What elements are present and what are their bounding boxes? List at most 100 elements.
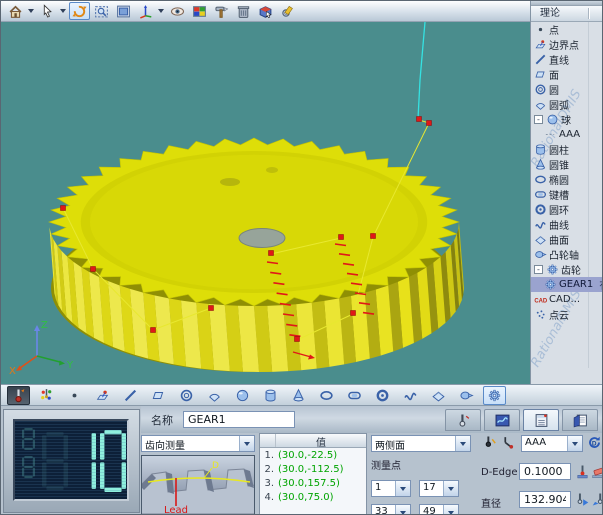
measure-points-label: 测量点 [371, 457, 483, 472]
chevron-down-icon[interactable] [395, 481, 410, 496]
tree-column-divider[interactable] [588, 8, 589, 19]
probe-return-icon[interactable] [591, 492, 603, 507]
viewport-3d[interactable]: Z X Y [1, 22, 530, 384]
tree-item-sphere[interactable]: -球 [531, 112, 603, 127]
tree-expander-icon[interactable]: - [534, 115, 543, 124]
boundary-point-icon [95, 388, 110, 403]
tree-item-surface[interactable]: 曲面 [531, 232, 603, 247]
visibility-button[interactable] [167, 2, 188, 20]
palette-icon [192, 4, 207, 19]
point-select-1[interactable]: 1 [371, 480, 411, 497]
tree-item-cylinder[interactable]: 圆柱 [531, 142, 603, 157]
value-table-row[interactable]: 3.(30.0,157.5) [260, 476, 366, 490]
measure-point-button[interactable] [63, 386, 86, 405]
value-table-row[interactable]: 4.(30.0,75.0) [260, 490, 366, 504]
measure-cylinder-button[interactable] [259, 386, 282, 405]
measure-circle-button[interactable] [175, 386, 198, 405]
tree-item-torus[interactable]: 圆环 [531, 202, 603, 217]
chevron-down-icon[interactable] [28, 9, 34, 13]
measure-line-button[interactable] [119, 386, 142, 405]
tree-item-aaa-node[interactable]: AAA [531, 127, 603, 142]
tree-item-camshaft[interactable]: 凸轮轴 [531, 247, 603, 262]
point-select-4[interactable]: 49 [419, 504, 459, 515]
measure-ellipse-button[interactable] [315, 386, 338, 405]
tree-item-boundary-point[interactable]: 边界点 [531, 37, 603, 52]
gear-settings-button[interactable] [277, 2, 298, 20]
point-select-3[interactable]: 33 [371, 504, 411, 515]
diameter-input[interactable] [519, 491, 571, 508]
line-icon [534, 53, 547, 66]
value-table-row[interactable]: 2.(30.0,-112.5) [260, 462, 366, 476]
tree-item-label: 圆环 [549, 202, 569, 217]
tree-item-point[interactable]: 点 [531, 22, 603, 37]
d-edge-input[interactable] [519, 463, 571, 480]
tree-expander-icon[interactable]: - [534, 265, 543, 274]
home-button[interactable] [5, 2, 26, 20]
tree-item-cad[interactable]: CADCAD... [531, 292, 603, 307]
measure-sphere-button[interactable] [231, 386, 254, 405]
probe-run-icon[interactable] [575, 492, 590, 507]
feature-name-input[interactable] [183, 411, 295, 428]
probe-tool-icon[interactable] [483, 435, 498, 450]
tree-item-gear[interactable]: -齿轮 [531, 262, 603, 277]
coordinate-system-button[interactable] [135, 2, 156, 20]
measure-boundary-point-button[interactable] [91, 386, 114, 405]
tree-item-pointcloud[interactable]: 点云 [531, 307, 603, 322]
measure-curve-button[interactable] [399, 386, 422, 405]
tools-button[interactable] [211, 2, 232, 20]
measure-camshaft-button[interactable] [455, 386, 478, 405]
chevron-down-icon[interactable] [158, 9, 164, 13]
tab-values[interactable] [523, 409, 559, 431]
chevron-down-icon[interactable] [443, 481, 458, 496]
measure-cone-button[interactable] [287, 386, 310, 405]
eraser-icon[interactable] [591, 464, 603, 479]
value-table-row[interactable]: 1.(30.0,-22.5) [260, 448, 366, 462]
row-value: (30.0,75.0) [276, 492, 334, 503]
rotate-view-button[interactable] [69, 2, 90, 20]
probe-select[interactable]: AAA [521, 435, 583, 452]
tree-item-plane[interactable]: 面 [531, 67, 603, 82]
tree-item-curve[interactable]: 曲线 [531, 217, 603, 232]
chevron-down-icon[interactable] [567, 436, 582, 451]
eye-icon [170, 4, 185, 19]
chevron-down-icon[interactable] [239, 436, 254, 451]
rotate-probe-icon[interactable]: D [587, 435, 602, 450]
measure-arc-button[interactable] [203, 386, 226, 405]
probe-point-icon[interactable] [575, 464, 590, 479]
flank-value: 两侧面 [372, 436, 455, 451]
probe-angle-icon[interactable] [501, 435, 516, 450]
tooth-preview-image: D Lead [141, 455, 255, 515]
probe-mode-button[interactable] [7, 386, 30, 405]
select-cursor-button[interactable] [37, 2, 58, 20]
tab-probe[interactable] [445, 409, 481, 431]
chevron-down-icon[interactable] [455, 436, 470, 451]
measure-plane-button[interactable] [147, 386, 170, 405]
measure-gear-button[interactable] [483, 386, 506, 405]
tree-item-cone[interactable]: 圆锥 [531, 157, 603, 172]
tab-report[interactable] [562, 409, 598, 431]
fit-view-button[interactable] [113, 2, 134, 20]
tree-item-line[interactable]: 直线 [531, 52, 603, 67]
tree-item-slot[interactable]: 键槽 [531, 187, 603, 202]
tree-item-arc[interactable]: 圆弧 [531, 97, 603, 112]
view-cube-button[interactable] [255, 2, 276, 20]
tab-graph[interactable] [484, 409, 520, 431]
auto-points-button[interactable] [35, 386, 58, 405]
chevron-down-icon[interactable] [443, 505, 458, 515]
zoom-region-button[interactable] [91, 2, 112, 20]
tree-item-ellipse[interactable]: 椭圆 [531, 172, 603, 187]
measure-torus-button[interactable] [371, 386, 394, 405]
aaa-node-icon [544, 128, 557, 141]
chevron-down-icon[interactable] [60, 9, 66, 13]
chevron-down-icon[interactable] [395, 505, 410, 515]
tree-item-gear[interactable]: GEAR1有坐 [531, 277, 603, 292]
panel-body: 齿向测量 D [141, 433, 603, 515]
point-select-2[interactable]: 17 [419, 480, 459, 497]
color-settings-button[interactable] [189, 2, 210, 20]
measure-slot-button[interactable] [343, 386, 366, 405]
measure-mode-select[interactable]: 齿向测量 [141, 435, 255, 452]
delete-button[interactable] [233, 2, 254, 20]
flank-select[interactable]: 两侧面 [371, 435, 471, 452]
measure-surface-button[interactable] [427, 386, 450, 405]
tree-item-circle[interactable]: 圆 [531, 82, 603, 97]
